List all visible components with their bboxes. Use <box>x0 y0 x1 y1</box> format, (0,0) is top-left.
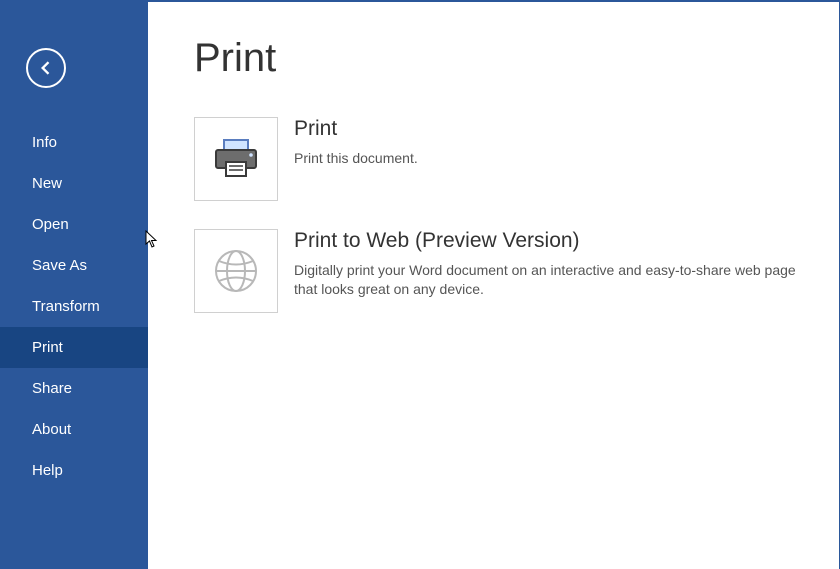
sidebar-item-label: Info <box>32 134 57 151</box>
print-option-icon-box <box>194 117 278 201</box>
sidebar-item-open[interactable]: Open <box>0 204 148 245</box>
globe-icon <box>213 248 259 294</box>
sidebar-item-label: Save As <box>32 257 87 274</box>
sidebar-item-new[interactable]: New <box>0 163 148 204</box>
sidebar-item-save-as[interactable]: Save As <box>0 245 148 286</box>
sidebar-menu: Info New Open Save As Transform Print Sh… <box>0 122 148 491</box>
backstage-sidebar: Info New Open Save As Transform Print Sh… <box>0 2 148 569</box>
sidebar-item-label: Share <box>32 380 72 397</box>
print-option-text: Print Print this document. <box>294 117 418 168</box>
sidebar-item-help[interactable]: Help <box>0 450 148 491</box>
print-to-web-title: Print to Web (Preview Version) <box>294 229 799 253</box>
print-to-web-option[interactable]: Print to Web (Preview Version) Digitally… <box>194 229 799 313</box>
print-option-desc: Print this document. <box>294 149 418 168</box>
sidebar-item-label: Transform <box>32 298 100 315</box>
sidebar-item-label: About <box>32 421 71 438</box>
print-to-web-desc: Digitally print your Word document on an… <box>294 261 799 299</box>
print-option[interactable]: Print Print this document. <box>194 117 799 201</box>
page-title: Print <box>194 36 799 81</box>
sidebar-item-print[interactable]: Print <box>0 327 148 368</box>
backstage-window: Info New Open Save As Transform Print Sh… <box>0 0 840 569</box>
printer-icon <box>212 138 260 180</box>
sidebar-item-about[interactable]: About <box>0 409 148 450</box>
content-area: Print Print Print this document. <box>148 2 839 569</box>
print-to-web-text: Print to Web (Preview Version) Digitally… <box>294 229 799 299</box>
back-arrow-icon <box>36 58 56 78</box>
sidebar-item-label: Print <box>32 339 63 356</box>
sidebar-item-share[interactable]: Share <box>0 368 148 409</box>
print-to-web-icon-box <box>194 229 278 313</box>
sidebar-item-label: Open <box>32 216 69 233</box>
sidebar-item-info[interactable]: Info <box>0 122 148 163</box>
sidebar-item-label: New <box>32 175 62 192</box>
sidebar-item-label: Help <box>32 462 63 479</box>
sidebar-item-transform[interactable]: Transform <box>0 286 148 327</box>
back-button[interactable] <box>26 48 66 88</box>
print-option-title: Print <box>294 117 418 141</box>
